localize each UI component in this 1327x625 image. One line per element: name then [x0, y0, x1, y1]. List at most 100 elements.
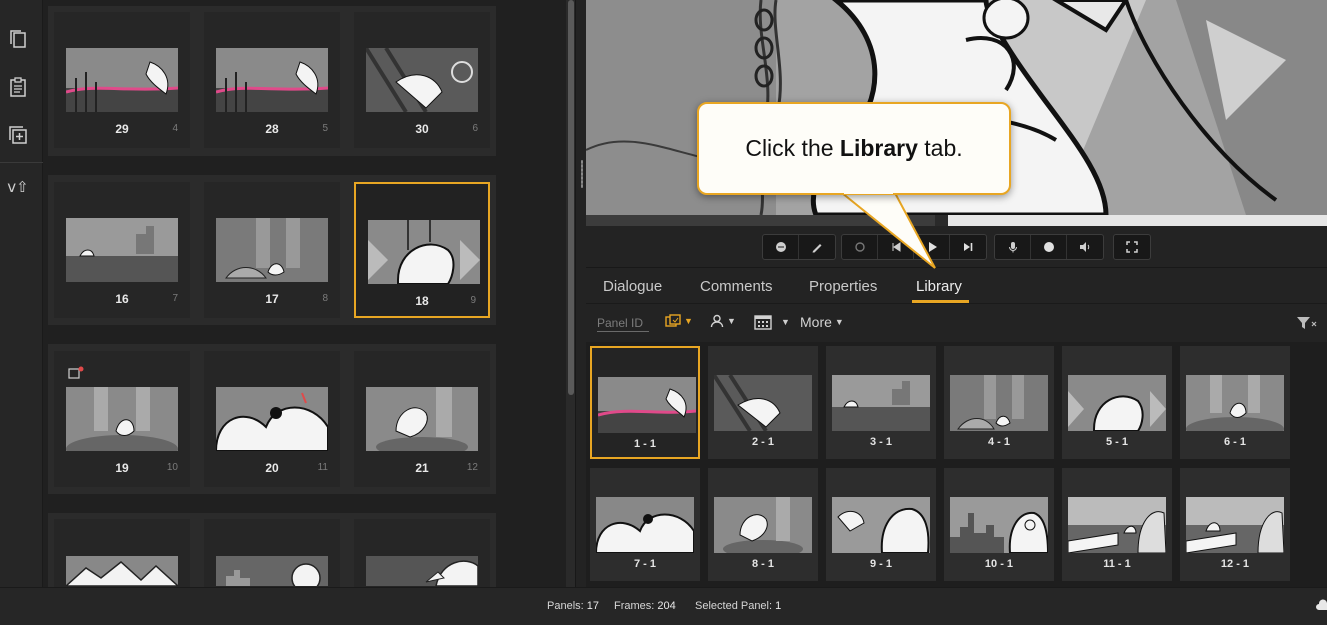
panel-card[interactable]: 30 6 [354, 12, 490, 148]
library-item[interactable]: 9 - 1 [826, 468, 936, 581]
transport-bar [586, 226, 1327, 268]
panel-number: 18 [415, 294, 429, 308]
callout-suffix: tab. [917, 135, 963, 161]
library-item-label: 4 - 1 [987, 436, 1010, 448]
clear-filter-button[interactable] [1296, 316, 1318, 330]
paste-icon[interactable] [0, 69, 36, 105]
tab-properties[interactable]: Properties [809, 278, 877, 295]
next-icon [964, 243, 973, 251]
panel-card-partial[interactable] [354, 519, 490, 589]
selected-panel: Selected Panel: 1 [695, 600, 782, 612]
library-item-label: 12 - 1 [1220, 558, 1250, 570]
grid-scrollbar-thumb[interactable] [568, 0, 574, 395]
view-group [1113, 234, 1151, 260]
panel-index: 7 [172, 293, 178, 304]
more-filters-dropdown[interactable]: More ▼ [800, 314, 844, 330]
active-tab-indicator [912, 300, 969, 303]
panel-card[interactable]: 16 7 [54, 182, 190, 318]
panel-index: 9 [470, 295, 476, 306]
tab-library[interactable]: Library [916, 278, 962, 295]
next-button[interactable] [950, 235, 986, 259]
user-filter[interactable]: ▼ [710, 314, 736, 328]
library-item-label: 5 - 1 [1105, 436, 1128, 448]
pencil-icon [812, 244, 822, 253]
playback-progress[interactable] [586, 215, 1327, 226]
comment-flag[interactable] [68, 366, 84, 385]
panel-index: 8 [322, 293, 328, 304]
duplicate-add-icon[interactable] [0, 117, 36, 153]
library-item[interactable]: 1 - 1 [590, 346, 700, 459]
play-button[interactable] [914, 235, 950, 259]
callout-bold: Library [839, 135, 918, 161]
cloud-icon[interactable] [1316, 598, 1327, 612]
splitter-grip[interactable] [581, 160, 583, 188]
toolbar-divider [0, 162, 43, 163]
user-icon [710, 314, 724, 328]
panel-card[interactable]: 29 4 [54, 12, 190, 148]
library-thumbnail [714, 497, 812, 553]
library-item-label: 7 - 1 [633, 558, 656, 570]
panel-index: 6 [472, 123, 478, 134]
panel-card[interactable]: 20 11 [204, 351, 340, 487]
loop-button[interactable] [842, 235, 878, 259]
comment-tool-button[interactable] [763, 235, 799, 259]
panel-number: 29 [115, 122, 129, 136]
callout-prefix: Click the [745, 135, 840, 161]
library-item[interactable]: 2 - 1 [708, 346, 818, 459]
library-item[interactable]: 11 - 1 [1062, 468, 1172, 581]
panel-card-partial[interactable] [54, 519, 190, 589]
panel-thumbnail [216, 387, 328, 451]
copy-icon[interactable] [0, 21, 36, 57]
panel-card[interactable]: 17 8 [204, 182, 340, 318]
panel-card[interactable]: 18 9 [354, 182, 490, 318]
tab-comments[interactable]: Comments [700, 278, 773, 295]
date-filter[interactable]: ▼ [754, 314, 790, 330]
volume-button[interactable] [1067, 235, 1103, 259]
library-filter-bar: Panel ID ▼ ▼ ▼ More ▼ [586, 304, 1327, 342]
library-thumbnail [1186, 375, 1284, 431]
panel-thumbnail [216, 556, 328, 586]
previous-icon [892, 242, 900, 252]
library-thumbnail [1068, 497, 1166, 553]
comment-icon [775, 242, 786, 252]
library-item[interactable]: 4 - 1 [944, 346, 1054, 459]
version-label: v⇧ [7, 178, 29, 196]
panel-thumbnail [66, 556, 178, 586]
status-bar: Panels: 17 Frames: 204 Selected Panel: 1 [0, 587, 1327, 625]
fullscreen-icon [1126, 241, 1138, 253]
audio-group [994, 234, 1104, 260]
tab-dialogue[interactable]: Dialogue [603, 278, 662, 295]
previous-button[interactable] [878, 235, 914, 259]
library-item[interactable]: 12 - 1 [1180, 468, 1290, 581]
microphone-icon [1008, 242, 1017, 253]
library-item[interactable]: 3 - 1 [826, 346, 936, 459]
panel-number: 17 [265, 292, 279, 306]
panel-type-icon [665, 314, 681, 327]
panel-thumbnail [66, 48, 178, 112]
library-item-label: 2 - 1 [751, 436, 774, 448]
panel-number: 16 [115, 292, 129, 306]
record-button[interactable] [1031, 235, 1067, 259]
pane-splitter[interactable] [575, 0, 586, 587]
library-thumbnail [596, 497, 694, 553]
panel-card-partial[interactable] [204, 519, 340, 589]
panel-type-filter[interactable]: ▼ [665, 314, 693, 328]
panel-card[interactable]: 28 5 [204, 12, 340, 148]
panel-card[interactable]: 19 10 [54, 351, 190, 487]
fullscreen-button[interactable] [1114, 235, 1150, 259]
version-icon[interactable]: v⇧ [0, 169, 36, 205]
library-item[interactable]: 10 - 1 [944, 468, 1054, 581]
microphone-button[interactable] [995, 235, 1031, 259]
panel-id-input[interactable]: Panel ID [597, 316, 649, 332]
library-thumbnail [1068, 375, 1166, 431]
library-item-label: 8 - 1 [751, 558, 774, 570]
library-item[interactable]: 7 - 1 [590, 468, 700, 581]
library-thumbnail [950, 497, 1048, 553]
library-item[interactable]: 8 - 1 [708, 468, 818, 581]
draw-tool-button[interactable] [799, 235, 835, 259]
panel-index: 4 [172, 123, 178, 134]
panel-card[interactable]: 21 12 [354, 351, 490, 487]
chevron-down-icon: ▼ [834, 317, 844, 327]
library-item[interactable]: 6 - 1 [1180, 346, 1290, 459]
library-item[interactable]: 5 - 1 [1062, 346, 1172, 459]
